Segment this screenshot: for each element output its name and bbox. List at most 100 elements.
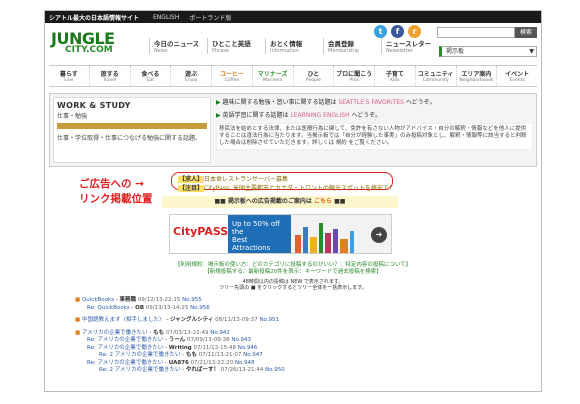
site-logo[interactable]: JUNGLE CITY.COM xyxy=(45,31,145,55)
thread-number: No.955 xyxy=(182,297,202,303)
cat-events[interactable]: イベント Events xyxy=(497,66,537,86)
facebook-icon[interactable]: f xyxy=(391,25,404,38)
chevron-down-icon: ▼ xyxy=(529,48,534,55)
thread-title[interactable]: アメリカの企業で働きたい xyxy=(82,330,148,336)
cat-mariners[interactable]: マリナーズ Mariners xyxy=(253,66,294,86)
list-item[interactable]: Re: アメリカの企業で働きたい - うーん 07/09/13-09:38 No… xyxy=(75,337,405,345)
arrow-right-icon: ▶ xyxy=(216,112,221,119)
cat-neighborhoods[interactable]: エリア案内 Neighborhoods xyxy=(457,66,498,86)
thread-number: No.956 xyxy=(190,304,210,311)
bbs-rules-links[interactable]: 【利用規約：掲示板の使い方：どのカテゴリに投稿するのがいい？：特定内容の投稿につ… xyxy=(123,262,463,269)
cat-enjoy-label: 遊ぶ xyxy=(185,71,198,78)
guidance-row-favorites-text: 趣味に関する勉強・習い事に関する話題は xyxy=(222,99,339,106)
english-link[interactable]: ENGLISH xyxy=(153,14,179,21)
portland-link[interactable]: ポートランド版 xyxy=(189,13,231,22)
thread-title[interactable]: Re: アメリカの企業で働きたい xyxy=(87,360,163,366)
ad-tag-featured: 【注目】 xyxy=(178,185,205,192)
citypass-go-icon[interactable]: ➜ xyxy=(371,227,387,243)
thread-title[interactable]: Re: 2 アメリカの企業で働きたい xyxy=(99,352,181,358)
thread-date: 07/21/13-22:20 xyxy=(190,359,234,366)
cat-neighborhoods-label: エリア案内 xyxy=(461,71,492,78)
cat-neighborhoods-sub: Neighborhoods xyxy=(459,78,494,83)
bbs-select[interactable]: 掲示板 ▼ xyxy=(439,46,537,57)
cat-enjoy[interactable]: 遊ぶ Enjoy xyxy=(171,66,212,86)
logo-sub-text: CITY.COM xyxy=(65,45,113,55)
list-item[interactable]: ■ アメリカの企業で働きたい - もも 07/03/13-22:49 No.94… xyxy=(75,330,405,338)
nav-news[interactable]: 今日のニュース News xyxy=(149,38,207,54)
thread-title[interactable]: 中国語教えます（相手しました） xyxy=(82,317,165,323)
site-tagline: シアトル最大の日本語情報サイト xyxy=(49,14,140,22)
nav-information-label: おとく情報 xyxy=(270,40,303,48)
cat-eat[interactable]: 食べる Eat xyxy=(131,66,172,86)
thread-date: 07/26/13-21:44 xyxy=(220,367,264,373)
ad-link-job[interactable]: 【求人】日本食レストランサーバー募集 xyxy=(178,174,386,183)
cat-community[interactable]: コミュニティ Community xyxy=(416,66,457,86)
nav-membership[interactable]: 会員登録 Membership xyxy=(323,38,381,54)
tree-square-icon[interactable]: ■ xyxy=(75,297,80,303)
citypass-logo: CityPASS xyxy=(173,225,229,238)
nav-newsletter[interactable]: ニュースレター Newsletter xyxy=(381,38,439,54)
thread-date: 09/12/13-22:15 xyxy=(137,297,181,303)
cat-coffee[interactable]: コーヒー Coffee xyxy=(212,66,253,86)
thread-title[interactable]: Re: 2 アメリカの企業で働きたい xyxy=(99,367,181,373)
cat-kids-sub: Kids xyxy=(390,78,400,83)
thread-title[interactable]: QuickBooks xyxy=(82,297,114,303)
cat-travel-sub: Travel xyxy=(102,78,117,83)
nav-phrase-sub: Phrase xyxy=(212,48,229,54)
work-study-box: WORK & STUDY 仕事・勉強 仕事・学位取得・仕事につなげる勉強に関する… xyxy=(49,93,537,167)
favorites-link[interactable]: SEATTLE'S FAVORITES xyxy=(338,99,404,106)
list-item[interactable]: Re: アメリカの企業で働きたい - UA876 07/21/13-22:20 … xyxy=(75,360,405,368)
guidance-row-english-end: へどうぞ。 xyxy=(349,112,382,119)
cat-people[interactable]: ひと People xyxy=(294,66,335,86)
citypass-banner[interactable]: CityPASS Up to 50% off the Best Attracti… xyxy=(169,214,392,254)
tree-square-icon[interactable]: ■ xyxy=(75,317,80,323)
nav-information[interactable]: おとく情報 Information xyxy=(265,38,323,54)
guidance-row-english-text: 英語学習に関する話題は xyxy=(222,112,291,119)
list-item[interactable]: Re: 2 アメリカの企業で働きたい - やればーす！ 07/26/13-21:… xyxy=(75,367,405,375)
list-item[interactable]: Re: アメリカの企業で働きたい - Writing 07/11/13-15:4… xyxy=(75,345,405,353)
thread-date: 08/11/13-09:37 xyxy=(215,317,258,323)
thread-title[interactable]: Re: アメリカの企業で働きたい xyxy=(87,337,163,343)
thread-number: No.947 xyxy=(243,352,263,358)
nav-phrase-label: ひとこと英語 xyxy=(212,40,251,48)
cat-pros[interactable]: プロに聞こう Pros xyxy=(334,66,375,86)
skyline-image: ➜ xyxy=(291,215,391,253)
nav-newsletter-sub: Newsletter xyxy=(386,48,414,54)
learning-english-link[interactable]: LEARNING ENGLISH xyxy=(290,112,349,119)
list-item[interactable]: ■ 中国語教えます（相手しました） - ジャングルシティ 08/11/13-09… xyxy=(75,317,405,325)
tree-square-icon[interactable]: ■ xyxy=(75,330,80,336)
cat-enjoy-sub: Enjoy xyxy=(184,78,198,83)
bbs-post-links[interactable]: 【新規投稿する：最新投稿20件を表示：キーワードで過去投稿を検索】 xyxy=(123,269,463,276)
work-study-subtitle: 仕事・勉強 xyxy=(57,113,88,120)
list-item[interactable]: Re: 2 アメリカの企業で働きたい - もも 07/11/13-21:07 N… xyxy=(75,352,405,360)
cat-travel[interactable]: 旅する Travel xyxy=(90,66,131,86)
thread-number: No.951 xyxy=(259,317,280,323)
bbs-info-links: 【利用規約：掲示板の使い方：どのカテゴリに投稿するのがいい？：特定内容の投稿につ… xyxy=(123,262,463,276)
bbs-note-tree: ツリー先頭の ■ をクリックするとツリー全体を一括表示します。 xyxy=(219,285,367,291)
search-button[interactable]: 検索 xyxy=(515,27,537,38)
cat-eat-sub: Eat xyxy=(146,78,155,83)
thread-date: 07/11/13-15:48 xyxy=(193,344,237,351)
cat-mariners-label: マリナーズ xyxy=(257,71,288,78)
thread-title[interactable]: Re: QuickBooks xyxy=(87,305,130,311)
ad-link-citypass[interactable]: 【注目】CityPass: 米国主要都市とカナダ・トロントの観光スポットを格安で… xyxy=(178,183,395,192)
nav-news-sub: News xyxy=(154,48,168,54)
search-input[interactable] xyxy=(437,27,515,38)
thread-title[interactable]: Re: アメリカの企業で働きたい xyxy=(87,345,163,351)
rss-icon[interactable]: r xyxy=(408,25,421,38)
thread-author: 事務職 xyxy=(119,297,137,303)
list-item[interactable]: ■ QuickBooks - 事務職 09/12/13-22:15 No.955 xyxy=(75,297,405,305)
bbs-select-value: 掲示板 xyxy=(446,48,465,55)
list-item[interactable]: Re: QuickBooks - OB 09/13/13-14:25 No.95… xyxy=(75,305,405,313)
cat-kids[interactable]: 子育て Kids xyxy=(375,66,416,86)
thread-author: うーん xyxy=(168,337,186,343)
twitter-icon[interactable]: t xyxy=(374,25,387,38)
ad-info-link[interactable]: こちら xyxy=(314,198,332,205)
social-links: t f r xyxy=(374,25,421,38)
ad-info-banner: ■■ 掲示板への広告掲載のご案内は こちら ■■ xyxy=(162,196,398,208)
work-study-header: WORK & STUDY 仕事・勉強 仕事・学位取得・仕事につなげる勉強に関する… xyxy=(53,97,211,163)
nav-phrase[interactable]: ひとこと英語 Phrase xyxy=(207,38,265,54)
cat-live[interactable]: 暮らす Live xyxy=(49,66,90,86)
top-nav: 今日のニュース News ひとこと英語 Phrase おとく情報 Informa… xyxy=(149,38,439,54)
nav-information-sub: Information xyxy=(270,48,299,54)
